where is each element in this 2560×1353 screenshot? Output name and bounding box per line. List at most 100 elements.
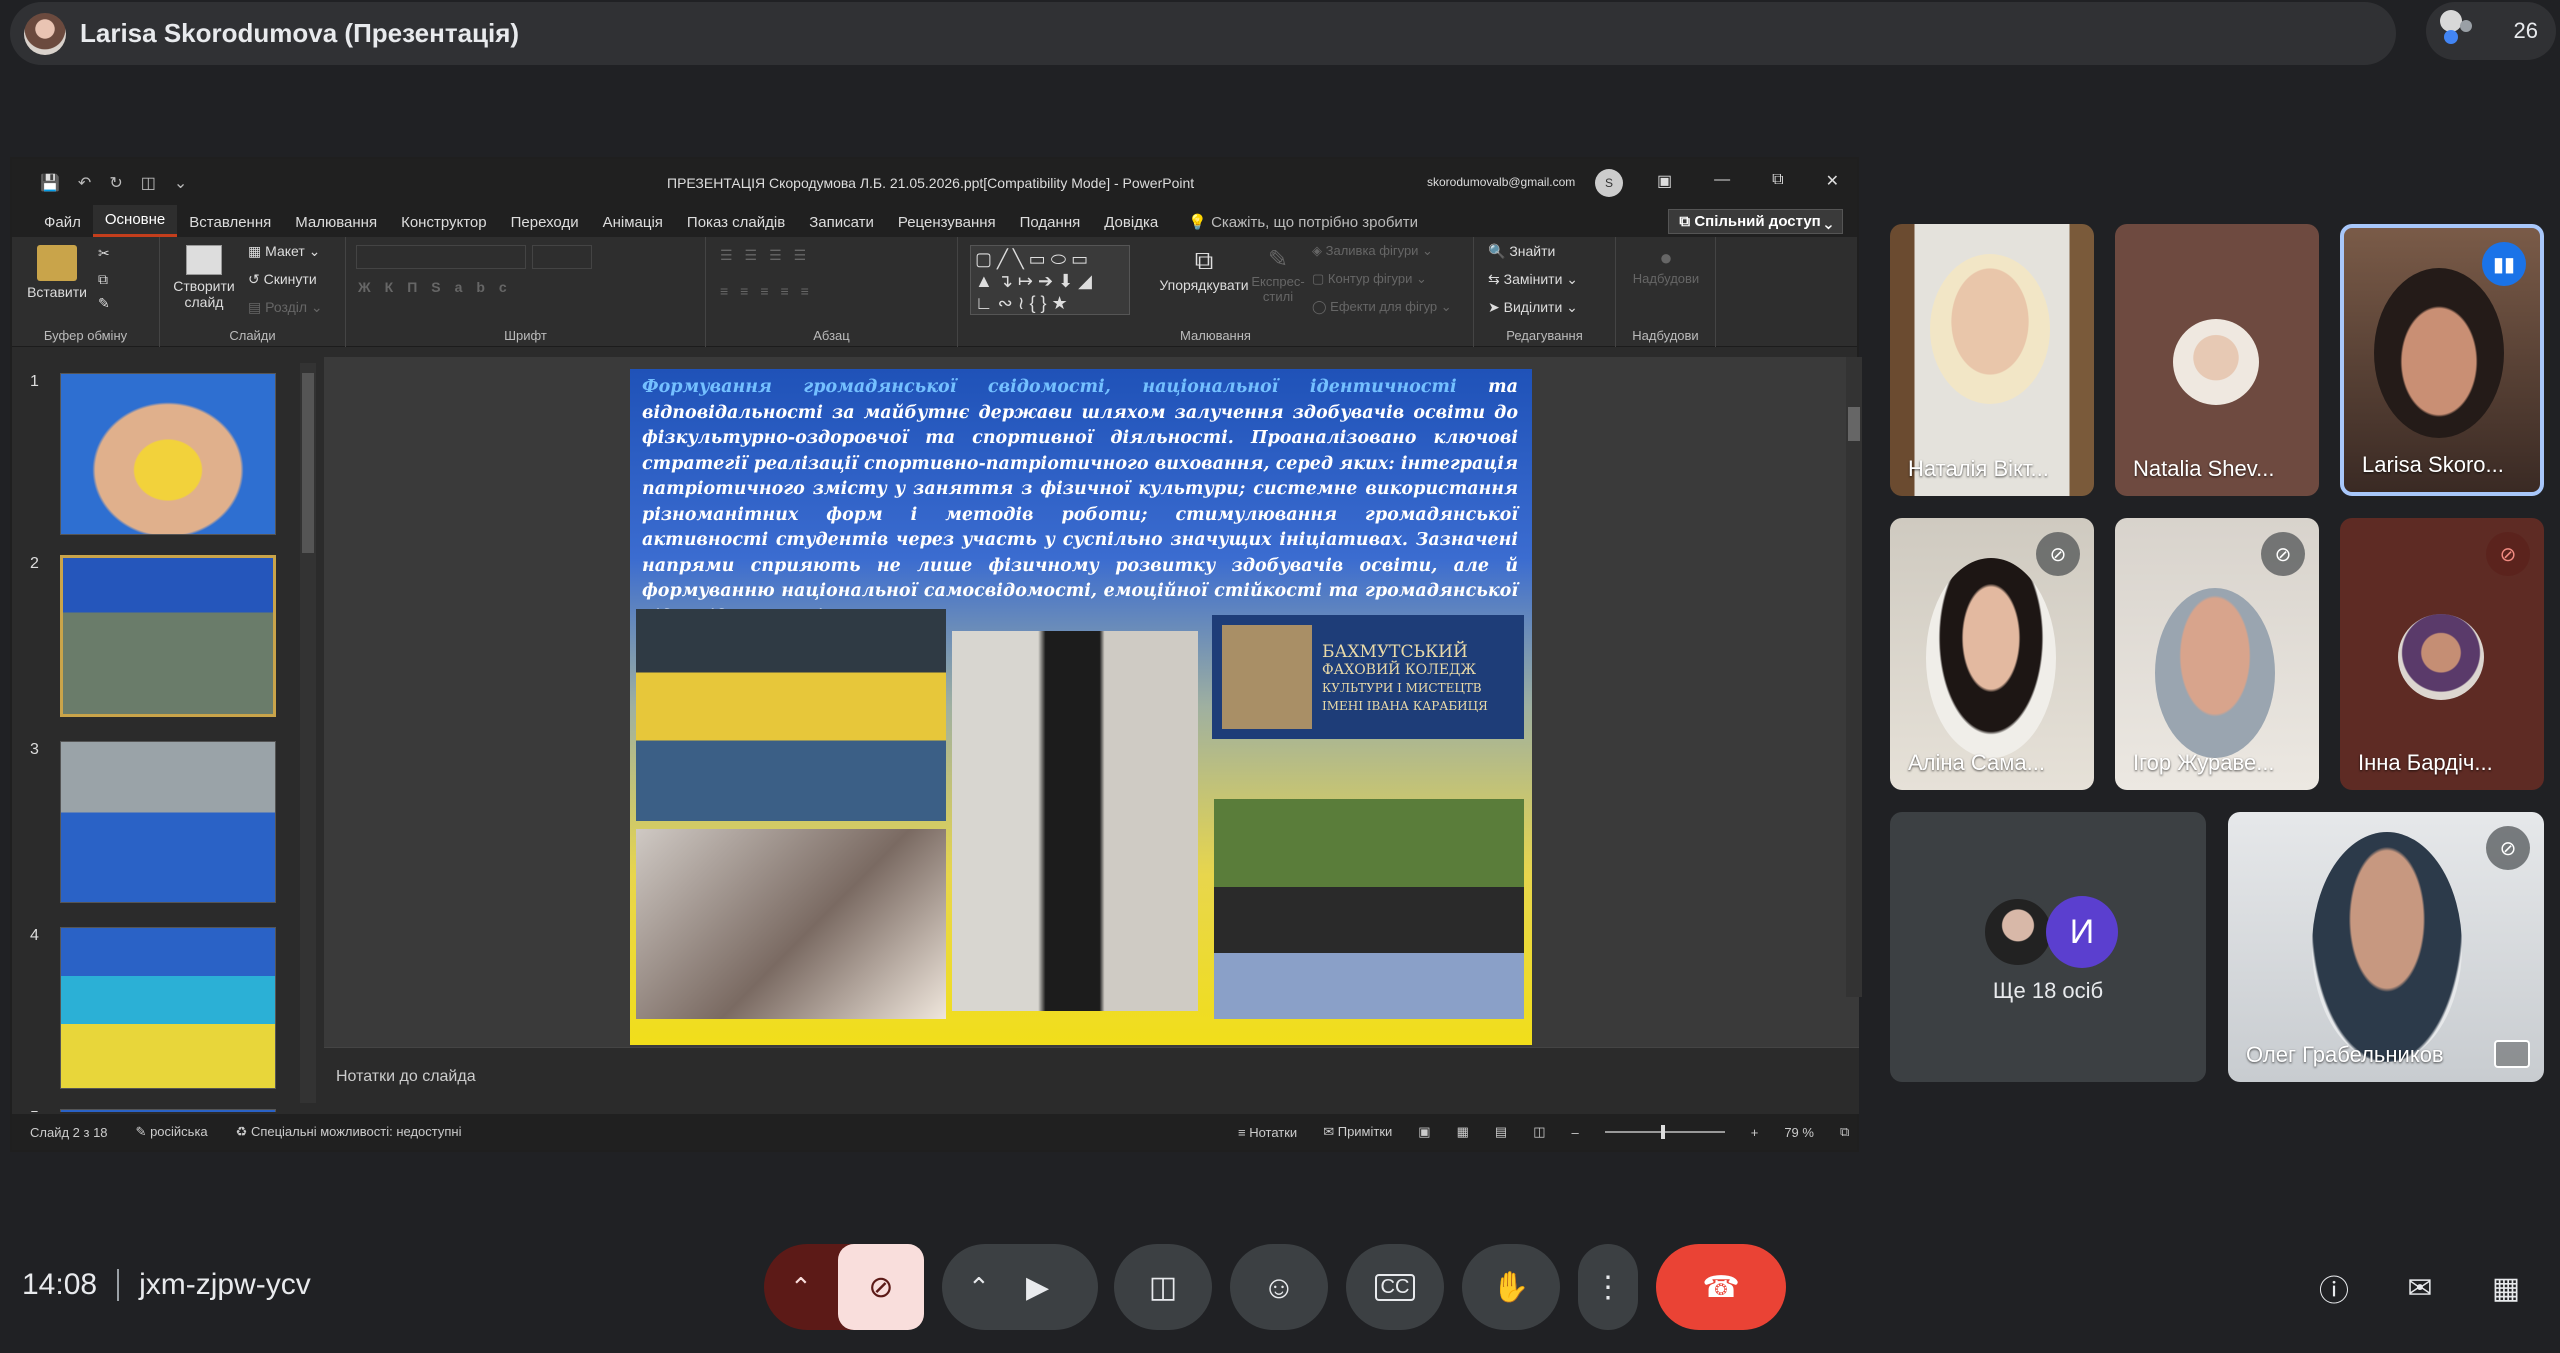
drawing-group-label: Малювання [1180, 328, 1251, 343]
participant-tile-4[interactable]: ⊘ Аліна Сама... [1890, 518, 2094, 790]
camera-button[interactable]: ▶ [1026, 1270, 1049, 1305]
shape-outline-button[interactable]: ▢ Контур фігури ⌄ [1312, 271, 1427, 287]
replace-button[interactable]: ⇆ Замінити ⌄ [1488, 271, 1578, 288]
activities-button[interactable]: ▦ [2478, 1260, 2534, 1316]
sorter-view-icon[interactable]: ▦ [1457, 1124, 1469, 1140]
participant-tile-5[interactable]: ⊘ Ігор Жураве... [2115, 518, 2319, 790]
leave-call-button[interactable]: ☎ [1656, 1244, 1786, 1330]
tab-record[interactable]: Записати [797, 208, 886, 237]
notes-pane[interactable]: Нотатки до слайда [324, 1047, 1859, 1114]
present-icon[interactable]: ◫ [141, 173, 156, 193]
select-button[interactable]: ➤ Виділити ⌄ [1488, 299, 1578, 316]
slide-thumbnail-1[interactable] [60, 373, 276, 535]
addins-button[interactable]: ● Надбудови [1630, 245, 1702, 286]
notes-toggle[interactable]: ≡ Нотатки [1238, 1125, 1297, 1140]
undo-icon[interactable]: ↶ [78, 173, 91, 193]
tab-slideshow[interactable]: Показ слайдів [675, 208, 797, 237]
tab-help[interactable]: Довідка [1092, 208, 1170, 237]
align-buttons[interactable]: ≡≡≡≡≡ [720, 283, 821, 299]
reset-button[interactable]: ↺ Скинути [248, 271, 317, 288]
tab-file[interactable]: Файл [32, 208, 93, 237]
save-icon[interactable]: 💾 [40, 173, 60, 193]
share-button[interactable]: ⧉ Спільний доступ ⌄ [1668, 209, 1843, 234]
new-slide-button[interactable]: Створити слайд [168, 245, 240, 310]
arrange-button[interactable]: ⧉ Упорядкувати [1158, 245, 1250, 293]
thumbnails-scrollbar[interactable] [300, 363, 316, 1103]
participant-tile-1[interactable]: Наталія Вікт... [1890, 224, 2094, 496]
more-participants-tile[interactable]: И Ще 18 осіб [1890, 812, 2206, 1082]
participant-tile-6[interactable]: ⊘ Інна Бардіч... [2340, 518, 2544, 790]
account-avatar[interactable]: S [1595, 169, 1623, 197]
reading-view-icon[interactable]: ▤ [1495, 1124, 1507, 1140]
slide-scroll-thumb[interactable] [1848, 407, 1860, 441]
shape-fill-button[interactable]: ◈ Заливка фігури ⌄ [1312, 243, 1433, 259]
video-options-chevron-icon[interactable]: ⌃ [968, 1272, 990, 1303]
tab-review[interactable]: Рецензування [886, 208, 1008, 237]
people-button[interactable]: 26 [2426, 2, 2556, 60]
zoom-level[interactable]: 79 % [1784, 1125, 1814, 1140]
present-button[interactable]: ◫ [1114, 1244, 1212, 1330]
ribbon-display-icon[interactable]: ▣ [1657, 171, 1672, 191]
more-options-button[interactable]: ⋮ [1578, 1244, 1638, 1330]
participant-tile-2[interactable]: Natalia Shev... [2115, 224, 2319, 496]
zoom-in-icon[interactable]: + [1751, 1125, 1759, 1140]
close-icon[interactable]: ✕ [1826, 171, 1839, 191]
participant-tile-7[interactable]: ⊘ Олег Грабельников [2228, 812, 2544, 1082]
chat-button[interactable]: ✉ [2392, 1260, 2448, 1316]
section-button[interactable]: ▤ Розділ ⌄ [248, 299, 323, 316]
captions-button[interactable]: CC [1346, 1244, 1444, 1330]
tell-me-search[interactable]: 💡 Скажіть, що потрібно зробити [1188, 213, 1418, 237]
normal-view-icon[interactable]: ▣ [1418, 1124, 1430, 1140]
slide-thumbnail-4[interactable] [60, 927, 276, 1089]
mic-off-button[interactable]: ⊘ [838, 1244, 924, 1330]
customize-icon[interactable]: ⌄ [174, 173, 187, 193]
raise-hand-button[interactable]: ✋ [1462, 1244, 1560, 1330]
list-buttons[interactable]: ☰☰☰☰ [720, 247, 818, 264]
slideshow-view-icon[interactable]: ◫ [1533, 1124, 1545, 1140]
slide-thumbnail-2[interactable] [60, 555, 276, 717]
font-name-field[interactable] [356, 245, 526, 269]
reactions-button[interactable]: ☺ [1230, 1244, 1328, 1330]
format-painter-icon[interactable]: ✎ [98, 295, 110, 312]
redo-icon[interactable]: ↻ [109, 173, 122, 193]
slide-thumbnail-3[interactable] [60, 741, 276, 903]
quick-access-toolbar: 💾 ↶ ↻ ◫ ⌄ [40, 173, 187, 193]
copy-icon[interactable]: ⧉ [98, 271, 108, 288]
tab-view[interactable]: Подання [1008, 208, 1093, 237]
font-format-buttons[interactable]: ЖКПSabc [358, 279, 521, 295]
find-button[interactable]: 🔍 Знайти [1488, 243, 1555, 260]
language-indicator[interactable]: ✎ російська [136, 1124, 208, 1140]
participant-video [1930, 254, 2050, 404]
zoom-slider[interactable] [1604, 1125, 1725, 1139]
slide-text-box[interactable]: Формування громадянської свідомості, нац… [642, 375, 1518, 630]
shape-effects-button[interactable]: ◯ Ефекти для фігур ⌄ [1312, 299, 1452, 315]
quick-styles-button[interactable]: ✎ Експрес-стилі [1248, 245, 1308, 304]
fit-slide-icon[interactable]: ⧉ [1840, 1124, 1849, 1140]
layout-button[interactable]: ▦ Макет ⌄ [248, 243, 320, 260]
meeting-details-button[interactable]: ⓘ [2306, 1260, 2362, 1316]
comments-toggle[interactable]: ✉ Примітки [1323, 1124, 1392, 1140]
zoom-out-icon[interactable]: – [1571, 1125, 1578, 1140]
tab-draw[interactable]: Малювання [283, 208, 389, 237]
account-email[interactable]: skorodumovalb@gmail.com [1427, 175, 1575, 189]
paste-button[interactable]: Вставити [24, 245, 90, 300]
minimize-icon[interactable]: — [1714, 171, 1730, 191]
tab-insert[interactable]: Вставлення [177, 208, 283, 237]
slide-scrollbar[interactable] [1846, 357, 1862, 997]
zoom-slider-thumb[interactable] [1660, 1125, 1665, 1139]
pin-screen-icon[interactable] [2494, 1040, 2530, 1068]
cut-icon[interactable]: ✂ [98, 245, 110, 262]
shapes-gallery[interactable]: ▢ ╱ ╲ ▭ ⬭ ▭ ▲ ↴ ↦ ➔ ⬇ ◢ ∟ ∾ ≀ { } ★ [970, 245, 1130, 315]
accessibility-status[interactable]: ♻ Спеціальні можливості: недоступні [236, 1124, 462, 1140]
current-slide[interactable]: Формування громадянської свідомості, нац… [630, 369, 1532, 1045]
thumbnails-scroll-thumb[interactable] [302, 373, 314, 553]
audio-options-chevron-icon[interactable]: ⌃ [790, 1272, 812, 1303]
participant-tile-3[interactable]: ▮▮ Larisa Skoro... [2340, 224, 2544, 496]
font-size-field[interactable] [532, 245, 592, 269]
tab-home[interactable]: Основне [92, 205, 178, 237]
slide-thumbnail-5[interactable] [60, 1109, 276, 1112]
tab-animations[interactable]: Анімація [591, 208, 675, 237]
tab-transitions[interactable]: Переходи [499, 208, 591, 237]
maximize-icon[interactable]: ⧉ [1772, 171, 1783, 191]
tab-design[interactable]: Конструктор [389, 208, 499, 237]
